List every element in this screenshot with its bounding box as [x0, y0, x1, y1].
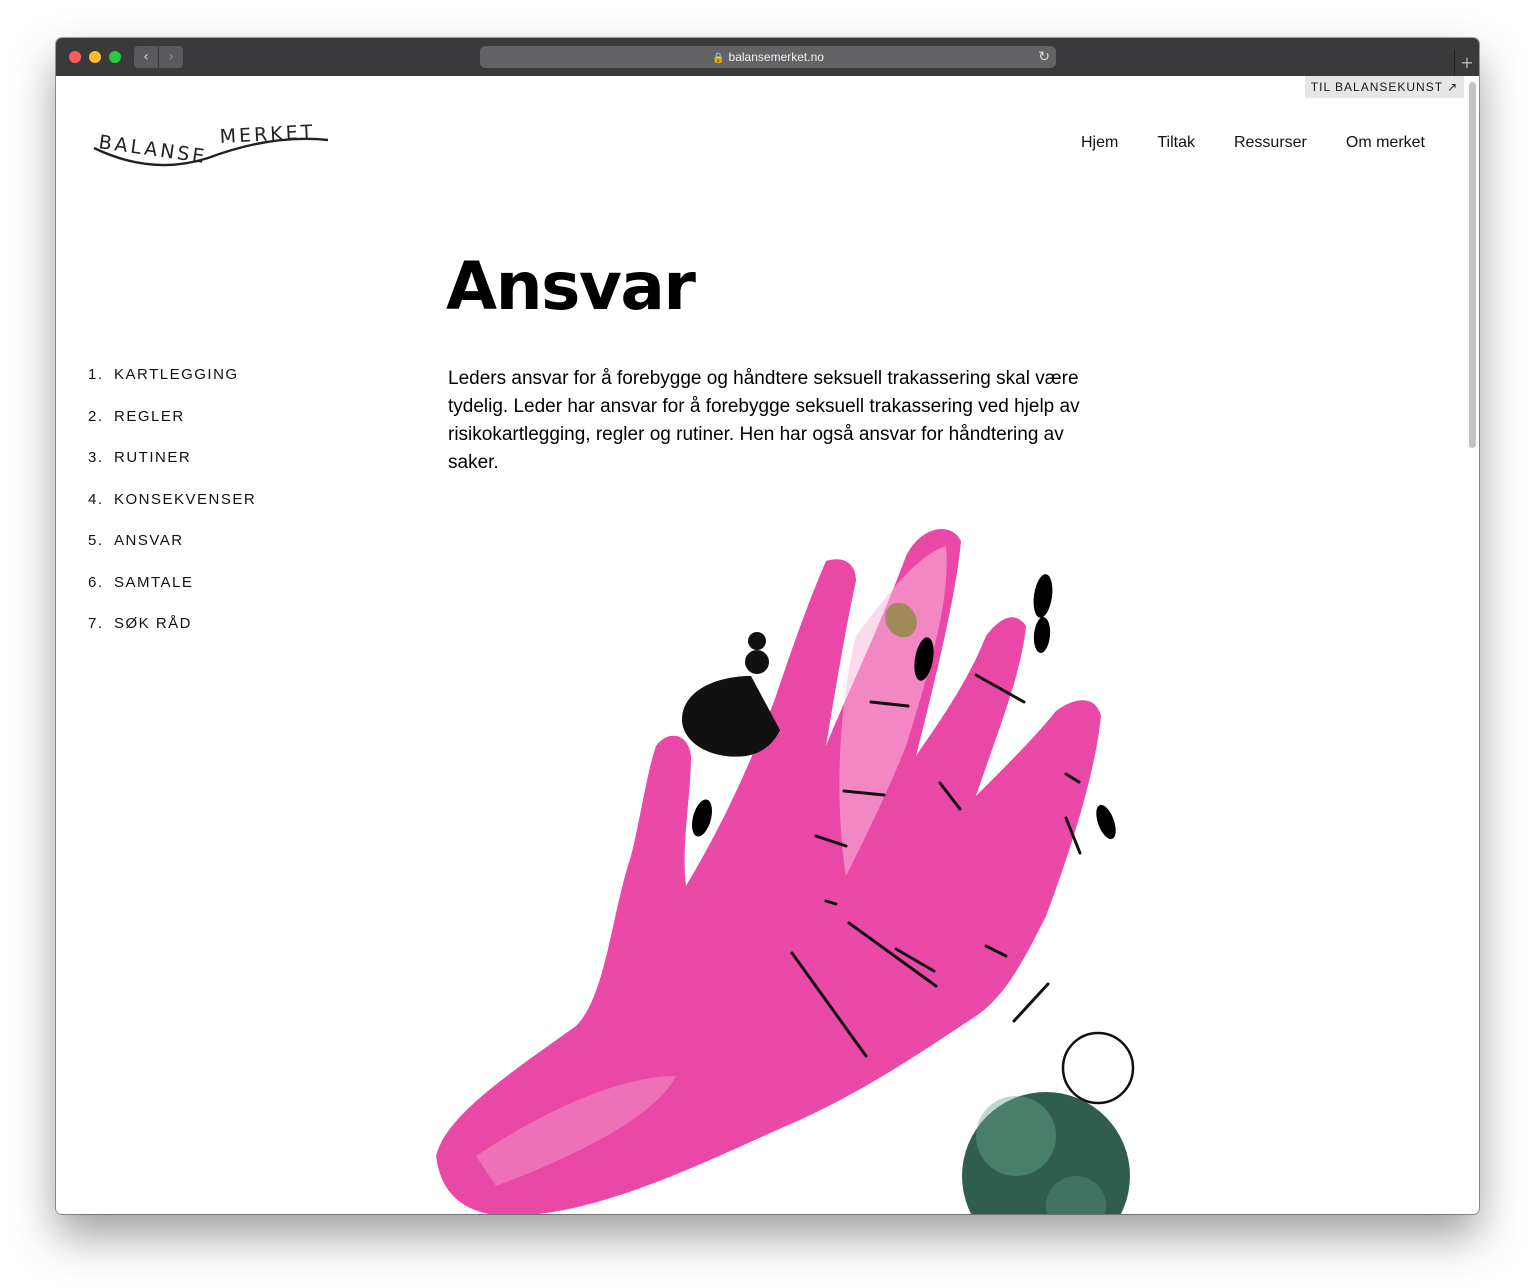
lock-icon: 🔒 [712, 53, 725, 64]
section-label: RUTINER [114, 449, 192, 466]
section-label: ANSVAR [114, 532, 184, 549]
address-bar[interactable]: 🔒 balansemerket.no ↻ [480, 46, 1056, 68]
section-item-konsekvenser[interactable]: 4. KONSEKVENSER [88, 491, 256, 533]
svg-text:BALANSE: BALANSE [97, 131, 208, 168]
minimize-window-button[interactable] [89, 51, 101, 63]
section-number: 4. [88, 490, 104, 508]
section-label: SØK RÅD [114, 615, 193, 632]
forward-arrow-icon[interactable]: › [159, 46, 183, 68]
section-number: 7. [88, 615, 104, 632]
section-number: 6. [88, 573, 104, 591]
section-label: REGLER [114, 407, 185, 425]
section-number: 2. [88, 407, 104, 425]
main-navigation: Hjem Tiltak Ressurser Om merket [1042, 134, 1425, 152]
section-item-ansvar[interactable]: 5. ANSVAR [88, 532, 256, 574]
url-text: balansemerket.no [728, 50, 824, 64]
intro-paragraph: Leders ansvar for å forebygge og håndter… [448, 368, 1080, 473]
section-label: SAMTALE [114, 573, 194, 591]
section-label: KARTLEGGING [114, 366, 239, 383]
nav-link-tiltak[interactable]: Tiltak [1157, 134, 1195, 152]
new-tab-plus-icon[interactable]: + [1454, 50, 1479, 76]
black-stones [681, 632, 780, 757]
page-title: Ansvar [446, 248, 696, 325]
browser-window: ‹ › 🔒 balansemerket.no ↻ + TIL BALANSEKUN… [56, 38, 1479, 1214]
page-viewport: TIL BALANSEKUNST ↗ BALANSE MERKET Hjem T… [56, 76, 1479, 1214]
white-circle [1061, 1031, 1135, 1105]
section-item-samtale[interactable]: 6. SAMTALE [88, 574, 256, 616]
section-navigation: 1. KARTLEGGING 2. REGLER 3. RUTINER 4. KONSE… [88, 366, 256, 657]
section-item-sok-rad[interactable]: 7. SØK RÅD [88, 615, 256, 657]
close-window-button[interactable] [69, 51, 81, 63]
maximize-window-button[interactable] [109, 51, 121, 63]
section-item-rutiner[interactable]: 3. RUTINER [88, 449, 256, 491]
svg-text:MERKET: MERKET [219, 121, 316, 148]
green-sphere [962, 1092, 1130, 1214]
nav-link-om-merket[interactable]: Om merket [1346, 134, 1425, 152]
section-number: 5. [88, 532, 104, 549]
section-number: 1. [88, 366, 104, 383]
vertical-scrollbar[interactable] [1469, 82, 1476, 448]
section-number: 3. [88, 449, 104, 466]
section-label: KONSEKVENSER [114, 490, 257, 508]
browser-titlebar: ‹ › 🔒 balansemerket.no ↻ + [56, 38, 1479, 77]
til-balansekunst-link[interactable]: TIL BALANSEKUNST ↗ [1305, 76, 1464, 98]
section-item-kartlegging[interactable]: 1. KARTLEGGING [88, 366, 256, 408]
section-item-regler[interactable]: 2. REGLER [88, 408, 256, 450]
nav-link-hjem[interactable]: Hjem [1081, 134, 1118, 152]
reload-icon[interactable]: ↻ [1038, 46, 1050, 68]
hand-illustration [436, 529, 1135, 1214]
back-arrow-icon[interactable]: ‹ [134, 46, 158, 68]
nav-link-ressurser[interactable]: Ressurser [1234, 134, 1307, 152]
balansemerket-logo[interactable]: BALANSE MERKET [92, 118, 332, 174]
